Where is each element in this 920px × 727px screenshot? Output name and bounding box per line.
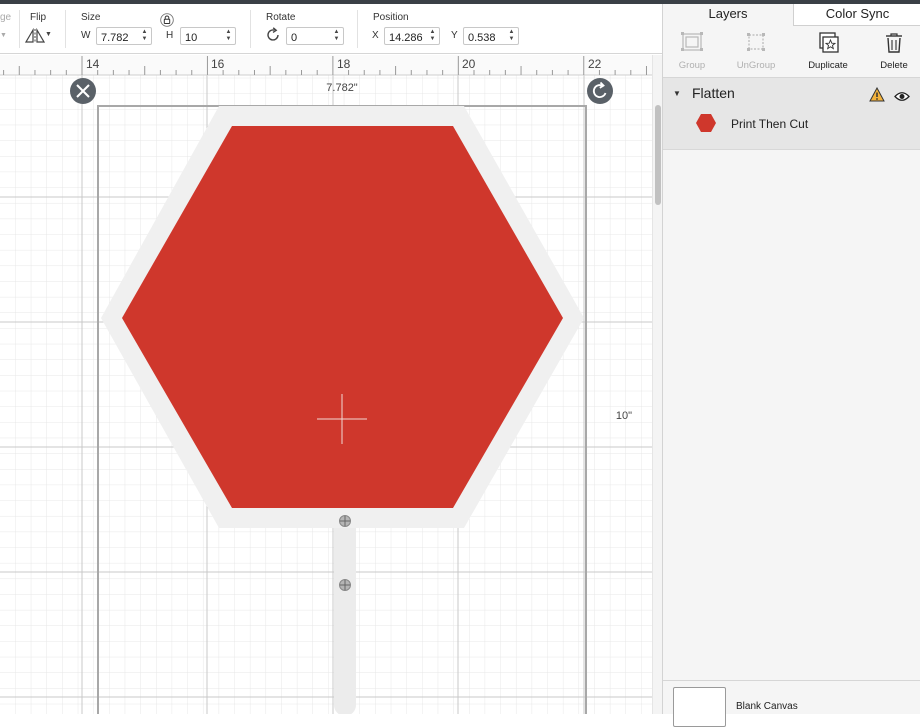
rotate-input[interactable]	[287, 30, 329, 46]
width-input[interactable]	[97, 30, 137, 46]
layer-group-name: Flatten	[692, 85, 735, 101]
y-position-input[interactable]	[464, 30, 504, 46]
group-button[interactable]: Group	[660, 30, 724, 76]
delete-handle-close-icon[interactable]	[70, 78, 96, 104]
collapse-caret-icon[interactable]: ▼	[673, 89, 681, 98]
warning-icon[interactable]	[869, 86, 885, 107]
blank-canvas-label: Blank Canvas	[736, 701, 798, 712]
flip-icon	[24, 27, 46, 43]
height-axis-label: H	[166, 30, 174, 41]
rotate-label: Rotate	[266, 12, 296, 23]
layer-group-row[interactable]: ▼ Flatten Print Then Cut	[663, 78, 920, 150]
canvas-vertical-scrollbar[interactable]	[652, 55, 662, 714]
ungroup-button[interactable]: UnGroup	[724, 30, 788, 76]
group-label: Group	[678, 60, 706, 71]
height-field[interactable]: ▲▼	[180, 27, 236, 46]
height-input[interactable]	[181, 30, 221, 46]
width-field[interactable]: ▲▼	[96, 27, 152, 46]
rotate-icon	[265, 27, 281, 48]
tab-color-sync[interactable]: Color Sync	[794, 4, 920, 26]
edit-toolbar: ge ▼ Flip ▼ Size W ▲▼ H ▲▼ Rotate ▲▼ Pos…	[0, 4, 662, 54]
toolbar-divider	[250, 10, 251, 48]
flip-button[interactable]: ▼	[24, 27, 53, 44]
layers-panel: Layers Color Sync Group UnGroup Duplicat…	[660, 4, 920, 727]
width-axis-label: W	[81, 30, 91, 41]
x-stepper-icon[interactable]: ▲ ▼	[428, 29, 437, 43]
toolbar-divider	[65, 10, 66, 48]
position-label: Position	[373, 12, 409, 23]
visibility-eye-icon[interactable]	[894, 89, 910, 107]
ruler-label: 22	[588, 57, 602, 71]
rotate-stepper-icon[interactable]: ▲ ▼	[332, 29, 341, 43]
flip-label: Flip	[30, 12, 47, 23]
rotate-field[interactable]: ▲▼	[286, 27, 344, 46]
width-stepper-icon[interactable]: ▲ ▼	[140, 29, 149, 43]
cut-label: ge	[0, 12, 12, 23]
stick-bolt-icon	[339, 515, 351, 527]
rotate-handle-icon[interactable]	[587, 78, 613, 104]
x-position-field[interactable]: ▲▼	[384, 27, 440, 46]
width-dimension-label: 7.782"	[326, 82, 358, 94]
height-stepper-icon[interactable]: ▲ ▼	[224, 29, 233, 43]
group-icon	[681, 32, 703, 59]
toolbar-divider	[19, 10, 20, 48]
hexagon-layer-thumbnail-icon	[696, 114, 716, 137]
y-stepper-icon[interactable]: ▲ ▼	[507, 29, 516, 43]
x-axis-label: X	[372, 30, 379, 41]
trash-icon	[883, 32, 905, 59]
flip-chevron-down-icon: ▼	[45, 31, 52, 38]
y-position-field[interactable]: ▲▼	[463, 27, 519, 46]
delete-label: Delete	[880, 60, 908, 71]
size-label: Size	[81, 12, 101, 23]
height-dimension-label: 10"	[616, 410, 632, 422]
design-canvas[interactable]: 14 16 18 20 22 7.782" 10"	[0, 55, 652, 714]
layer-item-name: Print Then Cut	[731, 117, 809, 131]
duplicate-label: Duplicate	[808, 60, 848, 71]
duplicate-icon	[817, 32, 839, 59]
ruler-label: 20	[462, 57, 476, 71]
ungroup-label: UnGroup	[736, 60, 776, 71]
ungroup-icon	[745, 32, 767, 59]
ruler-label: 16	[211, 57, 225, 71]
delete-button[interactable]: Delete	[862, 30, 920, 76]
toolbar-divider	[357, 10, 358, 48]
stick-bolt-icon	[339, 579, 351, 591]
layer-item-row[interactable]: Print Then Cut	[663, 110, 920, 140]
blank-canvas-swatch[interactable]	[673, 687, 726, 727]
scrollbar-thumb[interactable]	[655, 105, 661, 205]
duplicate-button[interactable]: Duplicate	[796, 30, 860, 76]
ruler-label: 18	[337, 57, 351, 71]
tab-layers[interactable]: Layers	[663, 4, 794, 26]
x-position-input[interactable]	[385, 30, 425, 46]
horizontal-ruler: 14 16 18 20 22	[0, 55, 652, 76]
y-axis-label: Y	[451, 30, 458, 41]
ruler-label: 14	[86, 57, 100, 71]
cut-dropdown-icon[interactable]: ▼	[0, 32, 7, 39]
